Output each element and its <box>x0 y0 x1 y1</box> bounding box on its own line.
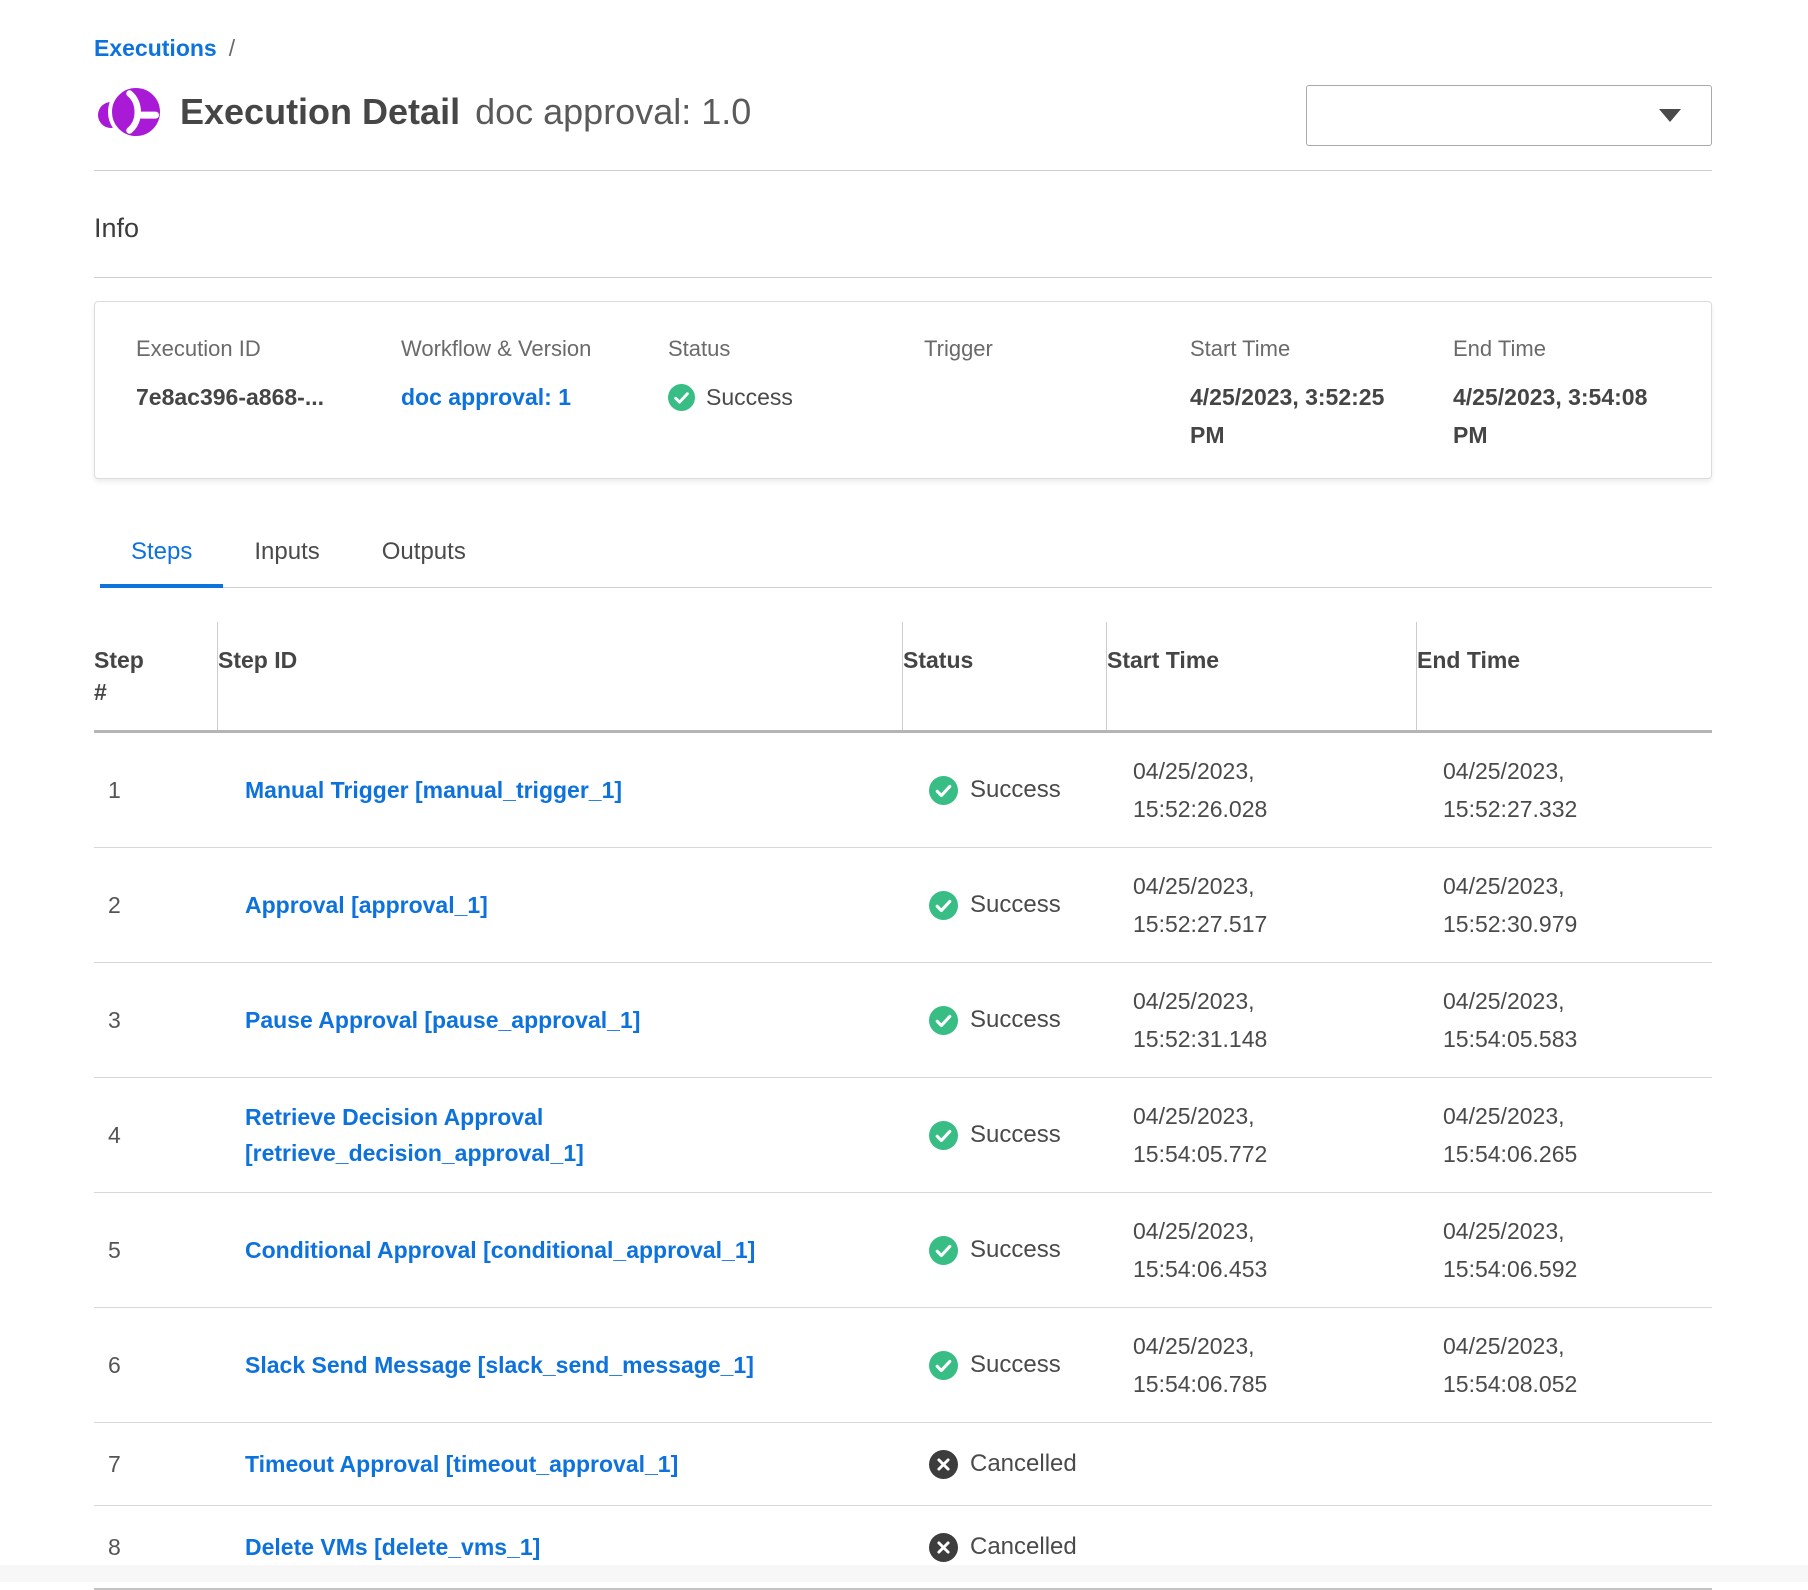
step-status-text: Cancelled <box>970 1450 1077 1478</box>
tab-outputs[interactable]: Outputs <box>351 535 497 588</box>
step-status: Success <box>903 1006 1107 1035</box>
check-circle-icon <box>929 1006 958 1035</box>
page-subtitle: doc approval: 1.0 <box>475 91 751 132</box>
step-number: 5 <box>94 1237 218 1264</box>
breadcrumb-executions-link[interactable]: Executions <box>94 33 217 63</box>
check-circle-icon <box>929 1236 958 1265</box>
step-number: 6 <box>94 1352 218 1379</box>
check-circle-icon <box>668 384 695 411</box>
step-status-text: Success <box>970 1351 1061 1379</box>
table-row: 5 Conditional Approval [conditional_appr… <box>94 1192 1712 1307</box>
field-start-time: Start Time 4/25/2023, 3:52:25 PM <box>1190 336 1453 452</box>
header-divider <box>94 170 1712 171</box>
step-status: Success <box>903 1236 1107 1265</box>
info-divider <box>94 277 1712 278</box>
table-row: 7 Timeout Approval [timeout_approval_1] … <box>94 1422 1712 1505</box>
step-number: 8 <box>94 1534 218 1561</box>
scope-selector[interactable] <box>1306 85 1712 146</box>
steps-table-rows: 1 Manual Trigger [manual_trigger_1] Succ… <box>94 733 1712 1590</box>
breadcrumb-separator: / <box>229 33 235 63</box>
table-row: 3 Pause Approval [pause_approval_1] Succ… <box>94 962 1712 1077</box>
step-status-text: Cancelled <box>970 1533 1077 1561</box>
step-number: 7 <box>94 1451 218 1478</box>
step-end-time: 04/25/2023,15:54:06.265 <box>1417 1097 1712 1173</box>
step-status: Success <box>903 1351 1107 1380</box>
step-status-text: Success <box>970 891 1061 919</box>
step-end-time: 04/25/2023,15:54:05.583 <box>1417 982 1712 1058</box>
header-step-number: Step # <box>94 622 218 730</box>
step-status: Success <box>903 776 1107 805</box>
step-start-time: 04/25/2023,15:54:05.772 <box>1107 1097 1417 1173</box>
step-end-time: 04/25/2023,15:52:30.979 <box>1417 867 1712 943</box>
x-circle-icon <box>929 1533 958 1562</box>
field-trigger: Trigger <box>924 336 1190 452</box>
step-id-link[interactable]: Retrieve Decision Approval [retrieve_dec… <box>245 1099 865 1171</box>
step-start-time: 04/25/2023,15:52:27.517 <box>1107 867 1417 943</box>
step-status: Success <box>903 1121 1107 1150</box>
check-circle-icon <box>929 891 958 920</box>
breadcrumb: Executions / <box>94 0 1712 63</box>
execution-info-card: Execution ID 7e8ac396-a868-... Workflow … <box>94 301 1712 479</box>
step-number: 1 <box>94 777 218 804</box>
step-status-text: Success <box>970 1236 1061 1264</box>
step-start-time: 04/25/2023,15:54:06.453 <box>1107 1212 1417 1288</box>
field-execution-id: Execution ID 7e8ac396-a868-... <box>136 336 401 452</box>
step-start-time: 04/25/2023,15:54:06.785 <box>1107 1327 1417 1403</box>
table-row: 1 Manual Trigger [manual_trigger_1] Succ… <box>94 733 1712 847</box>
step-id-link[interactable]: Manual Trigger [manual_trigger_1] <box>245 772 622 808</box>
start-time-value: 4/25/2023, 3:52:25 PM <box>1190 378 1420 454</box>
step-status-text: Success <box>970 1006 1061 1034</box>
step-id-link[interactable]: Pause Approval [pause_approval_1] <box>245 1002 640 1038</box>
info-section-title: Info <box>94 211 1712 245</box>
workflow-version-link[interactable]: doc approval: 1 <box>401 384 571 410</box>
page-title: Execution Detaildoc approval: 1.0 <box>180 81 751 143</box>
step-end-time: 04/25/2023,15:54:06.592 <box>1417 1212 1712 1288</box>
status-value: Success <box>706 378 793 416</box>
check-circle-icon <box>929 776 958 805</box>
table-row: 6 Slack Send Message [slack_send_message… <box>94 1307 1712 1422</box>
field-workflow-version: Workflow & Version doc approval: 1 <box>401 336 668 452</box>
tab-bar: Steps Inputs Outputs <box>100 535 1712 588</box>
chevron-down-icon <box>1659 109 1681 122</box>
step-number: 3 <box>94 1007 218 1034</box>
table-row: 2 Approval [approval_1] Success 04/25/20… <box>94 847 1712 962</box>
table-row: 4 Retrieve Decision Approval [retrieve_d… <box>94 1077 1712 1192</box>
check-circle-icon <box>929 1121 958 1150</box>
x-circle-icon <box>929 1450 958 1479</box>
header-start-time: Start Time <box>1107 622 1417 730</box>
step-status: Cancelled <box>903 1533 1107 1562</box>
step-status: Success <box>903 891 1107 920</box>
step-number: 4 <box>94 1122 218 1149</box>
step-id-link[interactable]: Timeout Approval [timeout_approval_1] <box>245 1446 678 1482</box>
step-id-link[interactable]: Approval [approval_1] <box>245 887 488 923</box>
execution-id-value: 7e8ac396-a868-... <box>136 378 366 416</box>
tab-steps[interactable]: Steps <box>100 535 223 588</box>
page-bottom-strip <box>0 1565 1808 1582</box>
header-end-time: End Time <box>1417 622 1712 730</box>
step-start-time: 04/25/2023,15:52:26.028 <box>1107 752 1417 828</box>
step-status-text: Success <box>970 1121 1061 1149</box>
step-number: 2 <box>94 892 218 919</box>
end-time-value: 4/25/2023, 3:54:08 PM <box>1453 378 1678 454</box>
step-id-link[interactable]: Slack Send Message [slack_send_message_1… <box>245 1347 754 1383</box>
step-end-time: 04/25/2023,15:54:08.052 <box>1417 1327 1712 1403</box>
tab-inputs[interactable]: Inputs <box>223 535 350 588</box>
step-end-time: 04/25/2023,15:52:27.332 <box>1417 752 1712 828</box>
workflow-icon <box>94 81 164 143</box>
steps-table-header: Step # Step ID Status Start Time End Tim… <box>94 622 1712 733</box>
field-status: Status Success <box>668 336 924 452</box>
check-circle-icon <box>929 1351 958 1380</box>
step-status-text: Success <box>970 776 1061 804</box>
step-status: Cancelled <box>903 1450 1107 1479</box>
header-status: Status <box>903 622 1107 730</box>
step-id-link[interactable]: Delete VMs [delete_vms_1] <box>245 1529 540 1565</box>
field-end-time: End Time 4/25/2023, 3:54:08 PM <box>1453 336 1698 452</box>
step-id-link[interactable]: Conditional Approval [conditional_approv… <box>245 1232 755 1268</box>
step-start-time: 04/25/2023,15:52:31.148 <box>1107 982 1417 1058</box>
execution-detail-page: Executions / Execution Detaildoc approva… <box>94 0 1712 1590</box>
header-step-id: Step ID <box>218 622 903 730</box>
